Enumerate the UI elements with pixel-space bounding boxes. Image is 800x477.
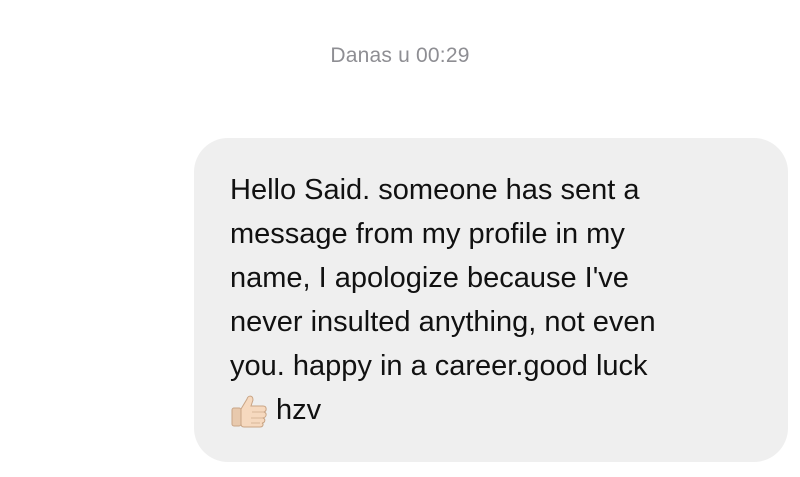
- message-signature: hzv: [276, 394, 322, 426]
- message-text: Hello Said. someone has sent a message f…: [230, 174, 656, 382]
- message-signature-line: hzv: [230, 388, 768, 432]
- message-bubble[interactable]: Hello Said. someone has sent a message f…: [194, 138, 788, 462]
- message-timestamp: Danas u 00:29: [330, 44, 470, 67]
- thumbs-up-icon: [230, 391, 270, 429]
